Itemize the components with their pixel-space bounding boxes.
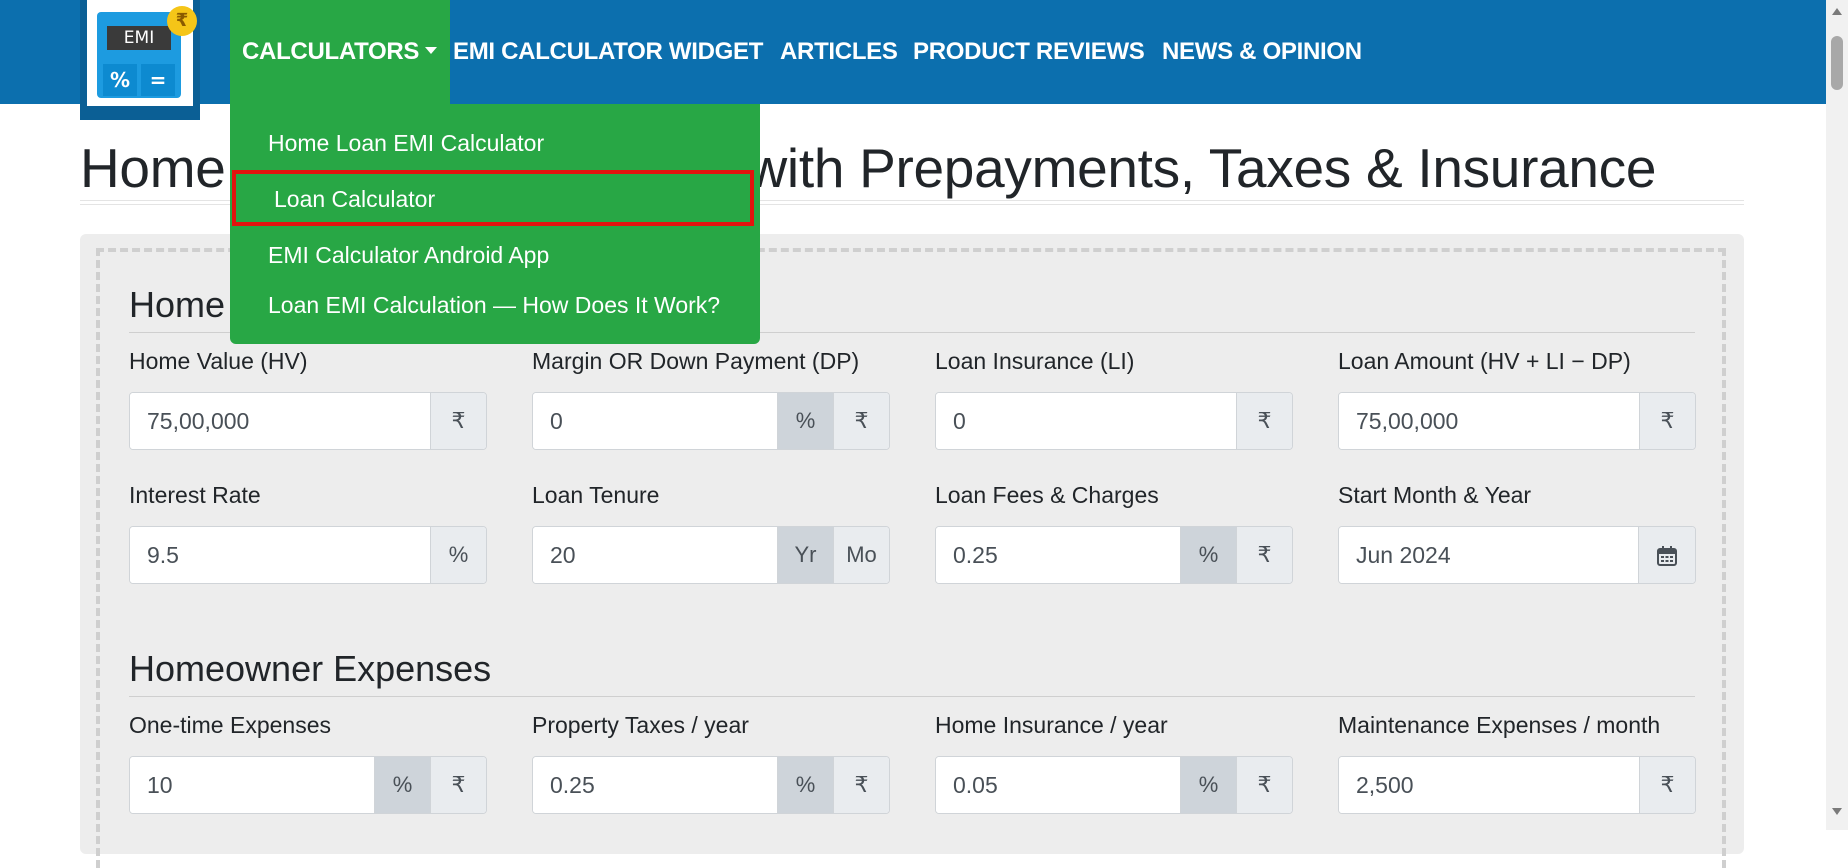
label-maintenance: Maintenance Expenses / month xyxy=(1338,712,1661,738)
start-month-field[interactable]: Jun 2024 xyxy=(1338,526,1696,584)
percent-toggle[interactable]: % xyxy=(1180,757,1236,813)
years-toggle[interactable]: Yr xyxy=(777,527,833,583)
dropdown-item-home-loan-emi[interactable]: Home Loan EMI Calculator xyxy=(268,130,544,157)
one-time-expenses-input[interactable]: 10 xyxy=(130,757,374,813)
label-loan-fees: Loan Fees & Charges xyxy=(935,482,1159,508)
nav-calculators-label: CALCULATORS xyxy=(242,38,420,65)
equals-icon: = xyxy=(141,64,175,96)
scroll-up-arrow-icon[interactable] xyxy=(1832,8,1842,15)
rupee-coin-icon: ₹ xyxy=(167,6,197,36)
calendar-icon xyxy=(1657,546,1677,567)
calendar-button[interactable] xyxy=(1638,527,1695,583)
label-home-insurance: Home Insurance / year xyxy=(935,712,1168,738)
label-loan-amount: Loan Amount (HV + LI − DP) xyxy=(1338,348,1631,374)
interest-rate-input[interactable]: 9.5 xyxy=(130,527,430,583)
label-start-month: Start Month & Year xyxy=(1338,482,1532,508)
label-down-payment: Margin OR Down Payment (DP) xyxy=(532,348,860,374)
site-logo[interactable]: EMI % = ₹ xyxy=(80,0,200,120)
rupee-toggle[interactable]: ₹ xyxy=(430,757,486,813)
label-loan-tenure: Loan Tenure xyxy=(532,482,660,508)
property-taxes-input[interactable]: 0.25 xyxy=(533,757,777,813)
home-value-field[interactable]: 75,00,000 ₹ xyxy=(129,392,487,450)
percent-icon: % xyxy=(103,64,137,96)
top-navbar: EMI % = ₹ CALCULATORS EMI CALCULATOR WID… xyxy=(0,0,1826,120)
start-month-input[interactable]: Jun 2024 xyxy=(1339,527,1638,583)
loan-amount-input[interactable]: 75,00,000 xyxy=(1339,393,1639,449)
nav-articles[interactable]: ARTICLES xyxy=(780,0,898,104)
calculators-dropdown-menu: Home Loan EMI Calculator Loan Calculator… xyxy=(230,104,760,344)
percent-toggle[interactable]: % xyxy=(777,393,833,449)
page-title-left: Home xyxy=(80,137,226,199)
percent-toggle[interactable]: % xyxy=(777,757,833,813)
home-insurance-field[interactable]: 0.05 % ₹ xyxy=(935,756,1293,814)
caret-down-icon xyxy=(425,47,438,55)
loan-tenure-field[interactable]: 20 Yr Mo xyxy=(532,526,890,584)
nav-product-reviews[interactable]: PRODUCT REVIEWS xyxy=(913,0,1145,104)
dropdown-item-how-it-works[interactable]: Loan EMI Calculation — How Does It Work? xyxy=(268,292,720,319)
down-payment-field[interactable]: 0 % ₹ xyxy=(532,392,890,450)
vertical-scrollbar[interactable] xyxy=(1826,0,1848,830)
rupee-toggle[interactable]: ₹ xyxy=(833,393,889,449)
label-home-value: Home Value (HV) xyxy=(129,348,308,374)
months-toggle[interactable]: Mo xyxy=(833,527,889,583)
loan-insurance-input[interactable]: 0 xyxy=(936,393,1236,449)
loan-amount-field[interactable]: 75,00,000 ₹ xyxy=(1338,392,1696,450)
maintenance-field[interactable]: 2,500 ₹ xyxy=(1338,756,1696,814)
nav-calculators[interactable]: CALCULATORS xyxy=(230,0,451,104)
percent-toggle[interactable]: % xyxy=(374,757,430,813)
logo-background: EMI % = ₹ xyxy=(87,0,197,106)
rupee-toggle[interactable]: ₹ xyxy=(1236,527,1292,583)
down-payment-input[interactable]: 0 xyxy=(533,393,777,449)
percent-toggle[interactable]: % xyxy=(1180,527,1236,583)
home-insurance-input[interactable]: 0.05 xyxy=(936,757,1180,813)
percent-icon: % xyxy=(430,527,486,583)
property-taxes-field[interactable]: 0.25 % ₹ xyxy=(532,756,890,814)
logo-screen-text: EMI xyxy=(107,26,171,50)
section-divider xyxy=(129,696,1695,697)
scroll-down-arrow-icon[interactable] xyxy=(1832,808,1842,815)
rupee-toggle[interactable]: ₹ xyxy=(1236,757,1292,813)
home-value-input[interactable]: 75,00,000 xyxy=(130,393,430,449)
nav-news-opinion[interactable]: NEWS & OPINION xyxy=(1162,0,1362,104)
rupee-icon: ₹ xyxy=(1236,393,1292,449)
label-property-taxes: Property Taxes / year xyxy=(532,712,749,738)
scrollbar-thumb[interactable] xyxy=(1831,36,1843,90)
loan-fees-input[interactable]: 0.25 xyxy=(936,527,1180,583)
loan-fees-field[interactable]: 0.25 % ₹ xyxy=(935,526,1293,584)
dropdown-item-android-app[interactable]: EMI Calculator Android App xyxy=(268,242,549,269)
loan-insurance-field[interactable]: 0 ₹ xyxy=(935,392,1293,450)
one-time-expenses-field[interactable]: 10 % ₹ xyxy=(129,756,487,814)
rupee-toggle[interactable]: ₹ xyxy=(833,757,889,813)
section-title-home: Home xyxy=(129,284,226,325)
label-loan-insurance: Loan Insurance (LI) xyxy=(935,348,1135,374)
rupee-icon: ₹ xyxy=(1639,393,1695,449)
label-interest-rate: Interest Rate xyxy=(129,482,261,508)
interest-rate-field[interactable]: 9.5 % xyxy=(129,526,487,584)
maintenance-input[interactable]: 2,500 xyxy=(1339,757,1639,813)
nav-emi-widget[interactable]: EMI CALCULATOR WIDGET xyxy=(453,0,763,104)
rupee-icon: ₹ xyxy=(430,393,486,449)
section-title-expenses: Homeowner Expenses xyxy=(129,648,492,689)
dropdown-item-loan-calculator[interactable]: Loan Calculator xyxy=(274,186,435,213)
rupee-icon: ₹ xyxy=(1639,757,1695,813)
loan-tenure-input[interactable]: 20 xyxy=(533,527,777,583)
page-title-right: with Prepayments, Taxes & Insurance xyxy=(747,137,1657,199)
label-one-time-expenses: One-time Expenses xyxy=(129,712,331,738)
